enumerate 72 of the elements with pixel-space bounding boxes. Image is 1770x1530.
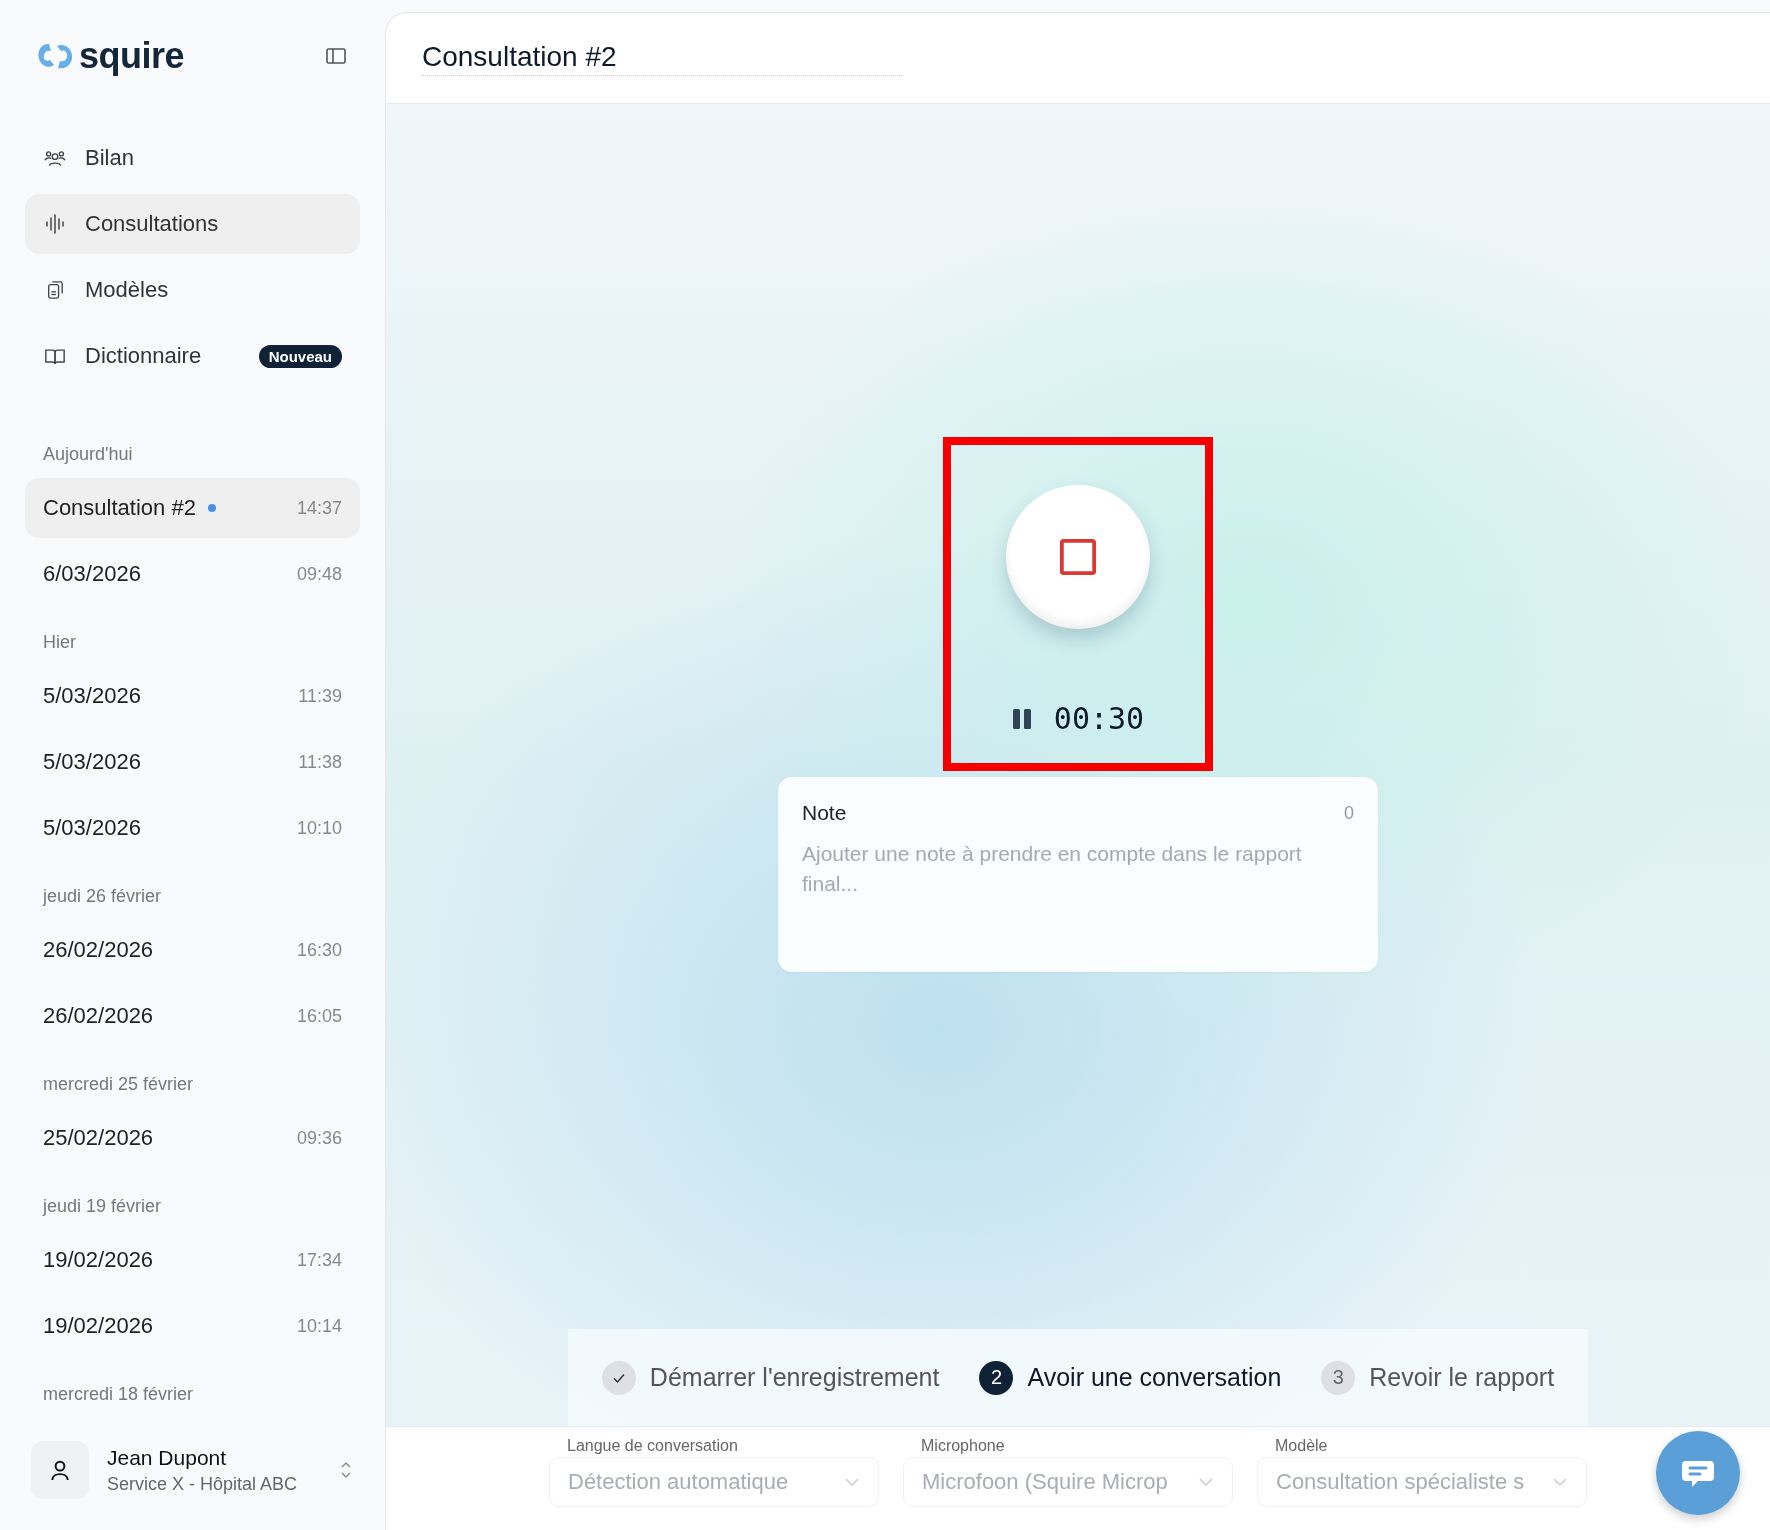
chevron-down-icon — [1552, 1476, 1568, 1487]
select-label: Langue de conversation — [566, 1436, 739, 1455]
step-label: Avoir une conversation — [1027, 1363, 1282, 1392]
nav-item[interactable]: Dictionnaire Nouveau — [25, 326, 360, 386]
note-input[interactable]: Ajouter une note à prendre en compte dans le rapport final... — [802, 839, 1354, 948]
user-subtitle: Service X - Hôpital ABC — [107, 1473, 299, 1495]
new-badge: Nouveau — [258, 344, 342, 368]
step-label: Démarrer l'enregistrement — [649, 1363, 940, 1392]
waveform-icon — [45, 214, 65, 234]
user-name: Jean Dupont — [107, 1445, 228, 1470]
stop-icon — [1059, 538, 1097, 576]
note-field[interactable]: Note 0 Ajouter une note à prendre en compte dans le rapport final... — [778, 777, 1378, 972]
step-number: 2 — [979, 1360, 1014, 1395]
note-label: Note — [802, 801, 847, 825]
history-item[interactable]: 19/02/2026 10:14 — [25, 1296, 360, 1356]
group-heading: jeudi 19 février — [41, 1194, 163, 1218]
item-title: 5/03/2026 — [43, 815, 141, 841]
chevron-down-icon — [1198, 1476, 1214, 1487]
history-item[interactable]: 6/03/2026 09:48 — [25, 544, 360, 604]
item-title: Consultation #2 — [43, 495, 196, 521]
history-item[interactable]: 5/03/2026 11:39 — [25, 666, 360, 726]
history-item[interactable]: 5/03/2026 10:10 — [25, 798, 360, 858]
chat-button[interactable] — [1656, 1431, 1740, 1515]
item-time: 11:38 — [298, 751, 342, 773]
item-title: 25/02/2026 — [43, 1125, 154, 1151]
group-heading: Aujourd'hui — [42, 442, 134, 466]
item-title: 26/02/2026 — [43, 1003, 154, 1029]
sidebar-toggle-icon[interactable] — [324, 46, 348, 66]
pause-icon[interactable] — [1011, 707, 1032, 730]
group-heading: jeudi 26 février — [41, 884, 163, 908]
chevron-down-icon — [844, 1476, 860, 1487]
character-count: 0 — [1344, 802, 1354, 824]
item-time: 17:34 — [296, 1249, 342, 1271]
chevron-updown-icon — [340, 1460, 352, 1480]
item-time: 16:30 — [296, 939, 342, 961]
item-time: 16:05 — [296, 1005, 342, 1027]
item-title: 19/02/2026 — [43, 1313, 154, 1339]
history-item[interactable]: 26/02/2026 16:05 — [25, 986, 360, 1046]
step-number: 3 — [1321, 1360, 1356, 1395]
item-title: 26/02/2026 — [43, 937, 154, 963]
item-title: 5/03/2026 — [43, 749, 141, 775]
documents-icon — [46, 280, 64, 300]
nav-item[interactable]: Consultations — [25, 194, 360, 254]
item-time: 14:37 — [296, 497, 342, 519]
user-avatar-icon — [31, 1441, 89, 1499]
brand-name: squire — [79, 35, 185, 77]
history-item[interactable]: 19/02/2026 17:34 — [25, 1230, 360, 1290]
item-title: 19/02/2026 — [43, 1247, 154, 1273]
select-label: Modèle — [1274, 1436, 1329, 1455]
group-heading: Hier — [42, 630, 77, 654]
people-icon — [44, 148, 66, 168]
page-title[interactable]: Consultation #2 — [422, 40, 902, 76]
step-label: Revoir le rapport — [1369, 1363, 1555, 1392]
history-item[interactable]: Consultation #2 14:37 — [25, 478, 360, 538]
user-menu[interactable]: Jean Dupont Service X - Hôpital ABC — [25, 1422, 360, 1530]
item-time: 10:10 — [296, 817, 342, 839]
nav-item[interactable]: Modèles — [25, 260, 360, 320]
history-item[interactable]: 5/03/2026 11:38 — [25, 732, 360, 792]
item-title: 5/03/2026 — [43, 683, 141, 709]
group-heading: mercredi 18 février — [42, 1382, 195, 1406]
item-title: 6/03/2026 — [43, 561, 141, 587]
history-item[interactable]: 26/02/2026 16:30 — [25, 920, 360, 980]
select-label: Microphone — [920, 1436, 1006, 1455]
nav-item[interactable]: Bilan — [25, 128, 360, 188]
group-heading: mercredi 25 février — [42, 1072, 195, 1096]
item-time: 11:39 — [298, 685, 342, 707]
item-time: 09:48 — [296, 563, 342, 585]
recording-timer: 00:30 — [1053, 701, 1145, 736]
book-icon — [44, 346, 66, 366]
item-time: 09:36 — [296, 1127, 342, 1149]
item-time: 10:14 — [296, 1315, 342, 1337]
history-item[interactable]: 25/02/2026 09:36 — [25, 1108, 360, 1168]
